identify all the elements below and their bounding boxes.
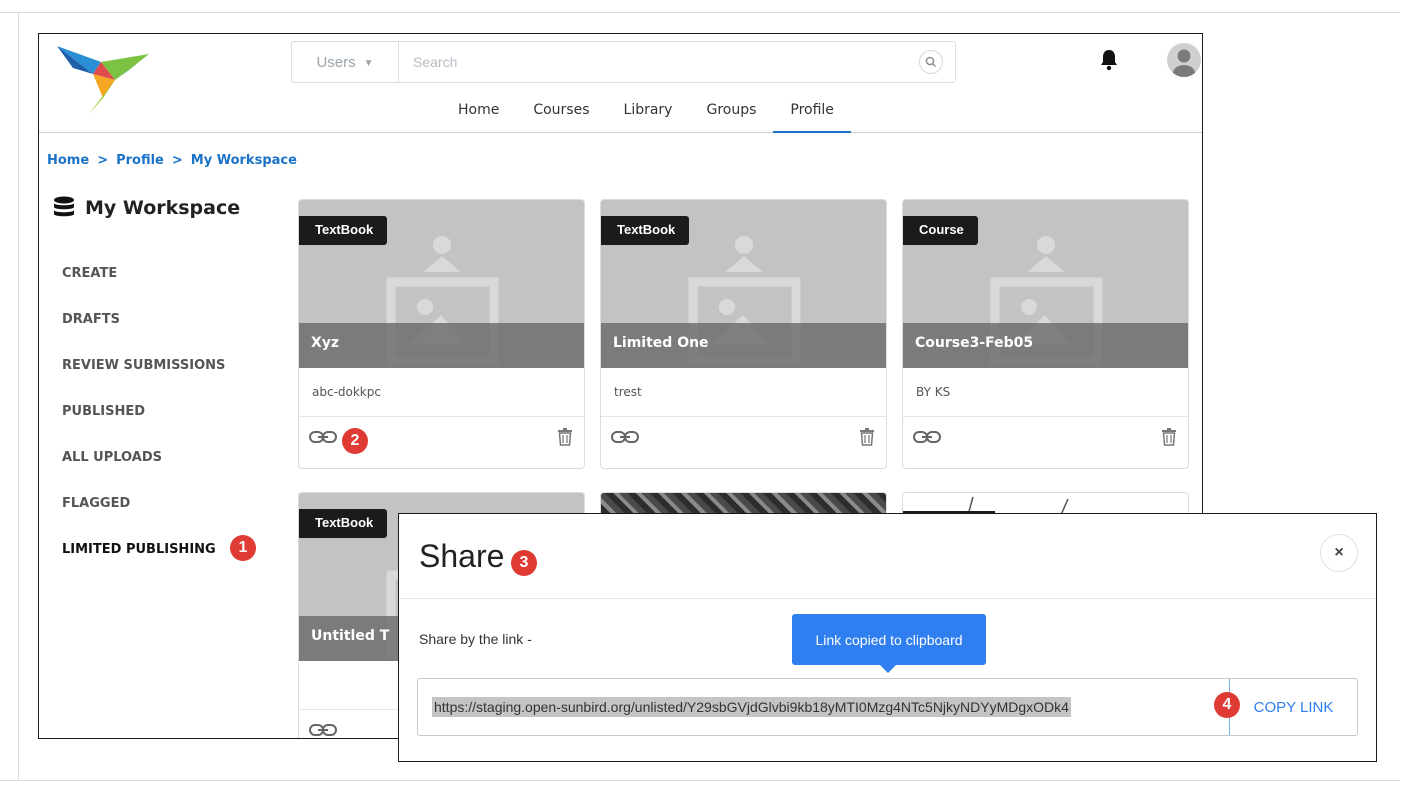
nav-courses[interactable]: Courses (516, 94, 606, 133)
breadcrumb-separator: > (171, 153, 183, 168)
card-title-bar: Limited One (601, 323, 886, 368)
trash-icon[interactable] (558, 428, 572, 446)
card-divider (299, 416, 584, 417)
share-label: Share by the link - (419, 631, 532, 647)
link-icon[interactable] (309, 723, 337, 737)
database-icon (54, 196, 74, 217)
card-thumbnail: TextBook Limited One (601, 200, 886, 368)
breadcrumb: Home > Profile > My Workspace (47, 153, 297, 168)
card-type-badge: TextBook (601, 216, 690, 245)
annotation-marker: 1 (230, 535, 256, 561)
bell-icon[interactable] (1097, 48, 1121, 72)
card-divider (903, 416, 1188, 417)
card-title: Course3-Feb05 (915, 335, 1034, 351)
left-divider (18, 12, 19, 780)
top-divider (0, 12, 1400, 13)
bottom-divider (0, 780, 1400, 781)
menu-review-submissions[interactable]: REVIEW SUBMISSIONS (62, 356, 225, 402)
header: Users ▼ Home Courses Library Groups Prof… (39, 34, 1202, 133)
breadcrumb-profile[interactable]: Profile (116, 153, 164, 168)
card-title: Limited One (613, 335, 709, 351)
breadcrumb-separator: > (97, 153, 109, 168)
trash-icon[interactable] (1162, 428, 1176, 446)
share-link-field[interactable]: https://staging.open-sunbird.org/unliste… (418, 679, 1229, 735)
card-thumbnail: Course Course3-Feb05 (903, 200, 1188, 368)
breadcrumb-home[interactable]: Home (47, 153, 89, 168)
card-type-badge: TextBook (299, 216, 388, 245)
nav-groups[interactable]: Groups (689, 94, 773, 133)
search-input[interactable] (399, 42, 955, 82)
search-icon[interactable] (919, 50, 943, 74)
card-title-bar: Xyz (299, 323, 584, 368)
menu-limited-publishing[interactable]: LIMITED PUBLISHING (62, 540, 225, 586)
card-divider (601, 416, 886, 417)
modal-title: Share (419, 538, 505, 574)
breadcrumb-my-workspace[interactable]: My Workspace (191, 153, 297, 168)
annotation-marker: 2 (342, 428, 368, 454)
menu-published[interactable]: PUBLISHED (62, 402, 225, 448)
workspace-title: My Workspace (53, 196, 240, 220)
close-icon[interactable]: × (1320, 534, 1358, 572)
content-card[interactable]: TextBook Xyz abc-dokkpc (298, 199, 585, 469)
nav-library[interactable]: Library (607, 94, 690, 133)
menu-drafts[interactable]: DRAFTS (62, 310, 225, 356)
menu-flagged[interactable]: FLAGGED (62, 494, 225, 540)
modal-header: Share × (399, 514, 1376, 599)
nav-profile[interactable]: Profile (773, 94, 851, 133)
avatar[interactable] (1167, 43, 1201, 77)
share-link-text[interactable]: https://staging.open-sunbird.org/unliste… (432, 697, 1071, 717)
caret-down-icon: ▼ (363, 58, 374, 69)
copy-link-button[interactable]: COPY LINK (1229, 679, 1357, 735)
content-card[interactable]: Course Course3-Feb05 BY KS (902, 199, 1189, 469)
share-modal: Share × Share by the link - Link copied … (398, 513, 1377, 762)
copied-tooltip: Link copied to clipboard (792, 614, 986, 673)
card-type-badge: Course (903, 216, 978, 245)
nav-home[interactable]: Home (441, 94, 516, 133)
annotation-marker: 4 (1214, 692, 1240, 718)
workspace-menu: CREATE DRAFTS REVIEW SUBMISSIONS PUBLISH… (62, 264, 225, 586)
content-card[interactable]: TextBook Limited One trest (600, 199, 887, 469)
card-subtitle: BY KS (916, 385, 951, 399)
sunbird-logo-icon[interactable] (53, 40, 153, 116)
card-type-badge: TextBook (299, 509, 388, 538)
search-bar: Users ▼ (291, 41, 956, 83)
card-thumbnail: TextBook Xyz (299, 200, 584, 368)
menu-all-uploads[interactable]: ALL UPLOADS (62, 448, 225, 494)
card-title: Xyz (311, 335, 340, 351)
trash-icon[interactable] (860, 428, 874, 446)
link-icon[interactable] (611, 430, 639, 444)
workspace-sidebar: My Workspace CREATE DRAFTS REVIEW SUBMIS… (39, 184, 279, 574)
card-title: Untitled T (311, 628, 390, 644)
card-title-bar: Course3-Feb05 (903, 323, 1188, 368)
menu-create[interactable]: CREATE (62, 264, 225, 310)
annotation-marker: 3 (511, 550, 537, 576)
search-category-label: Users (316, 53, 356, 71)
link-icon[interactable] (309, 430, 337, 444)
link-icon[interactable] (913, 430, 941, 444)
card-subtitle: trest (614, 385, 642, 399)
main-nav: Home Courses Library Groups Profile (441, 94, 851, 133)
card-subtitle: abc-dokkpc (312, 385, 381, 399)
workspace-title-label: My Workspace (85, 197, 241, 219)
search-category-dropdown[interactable]: Users ▼ (292, 42, 399, 82)
